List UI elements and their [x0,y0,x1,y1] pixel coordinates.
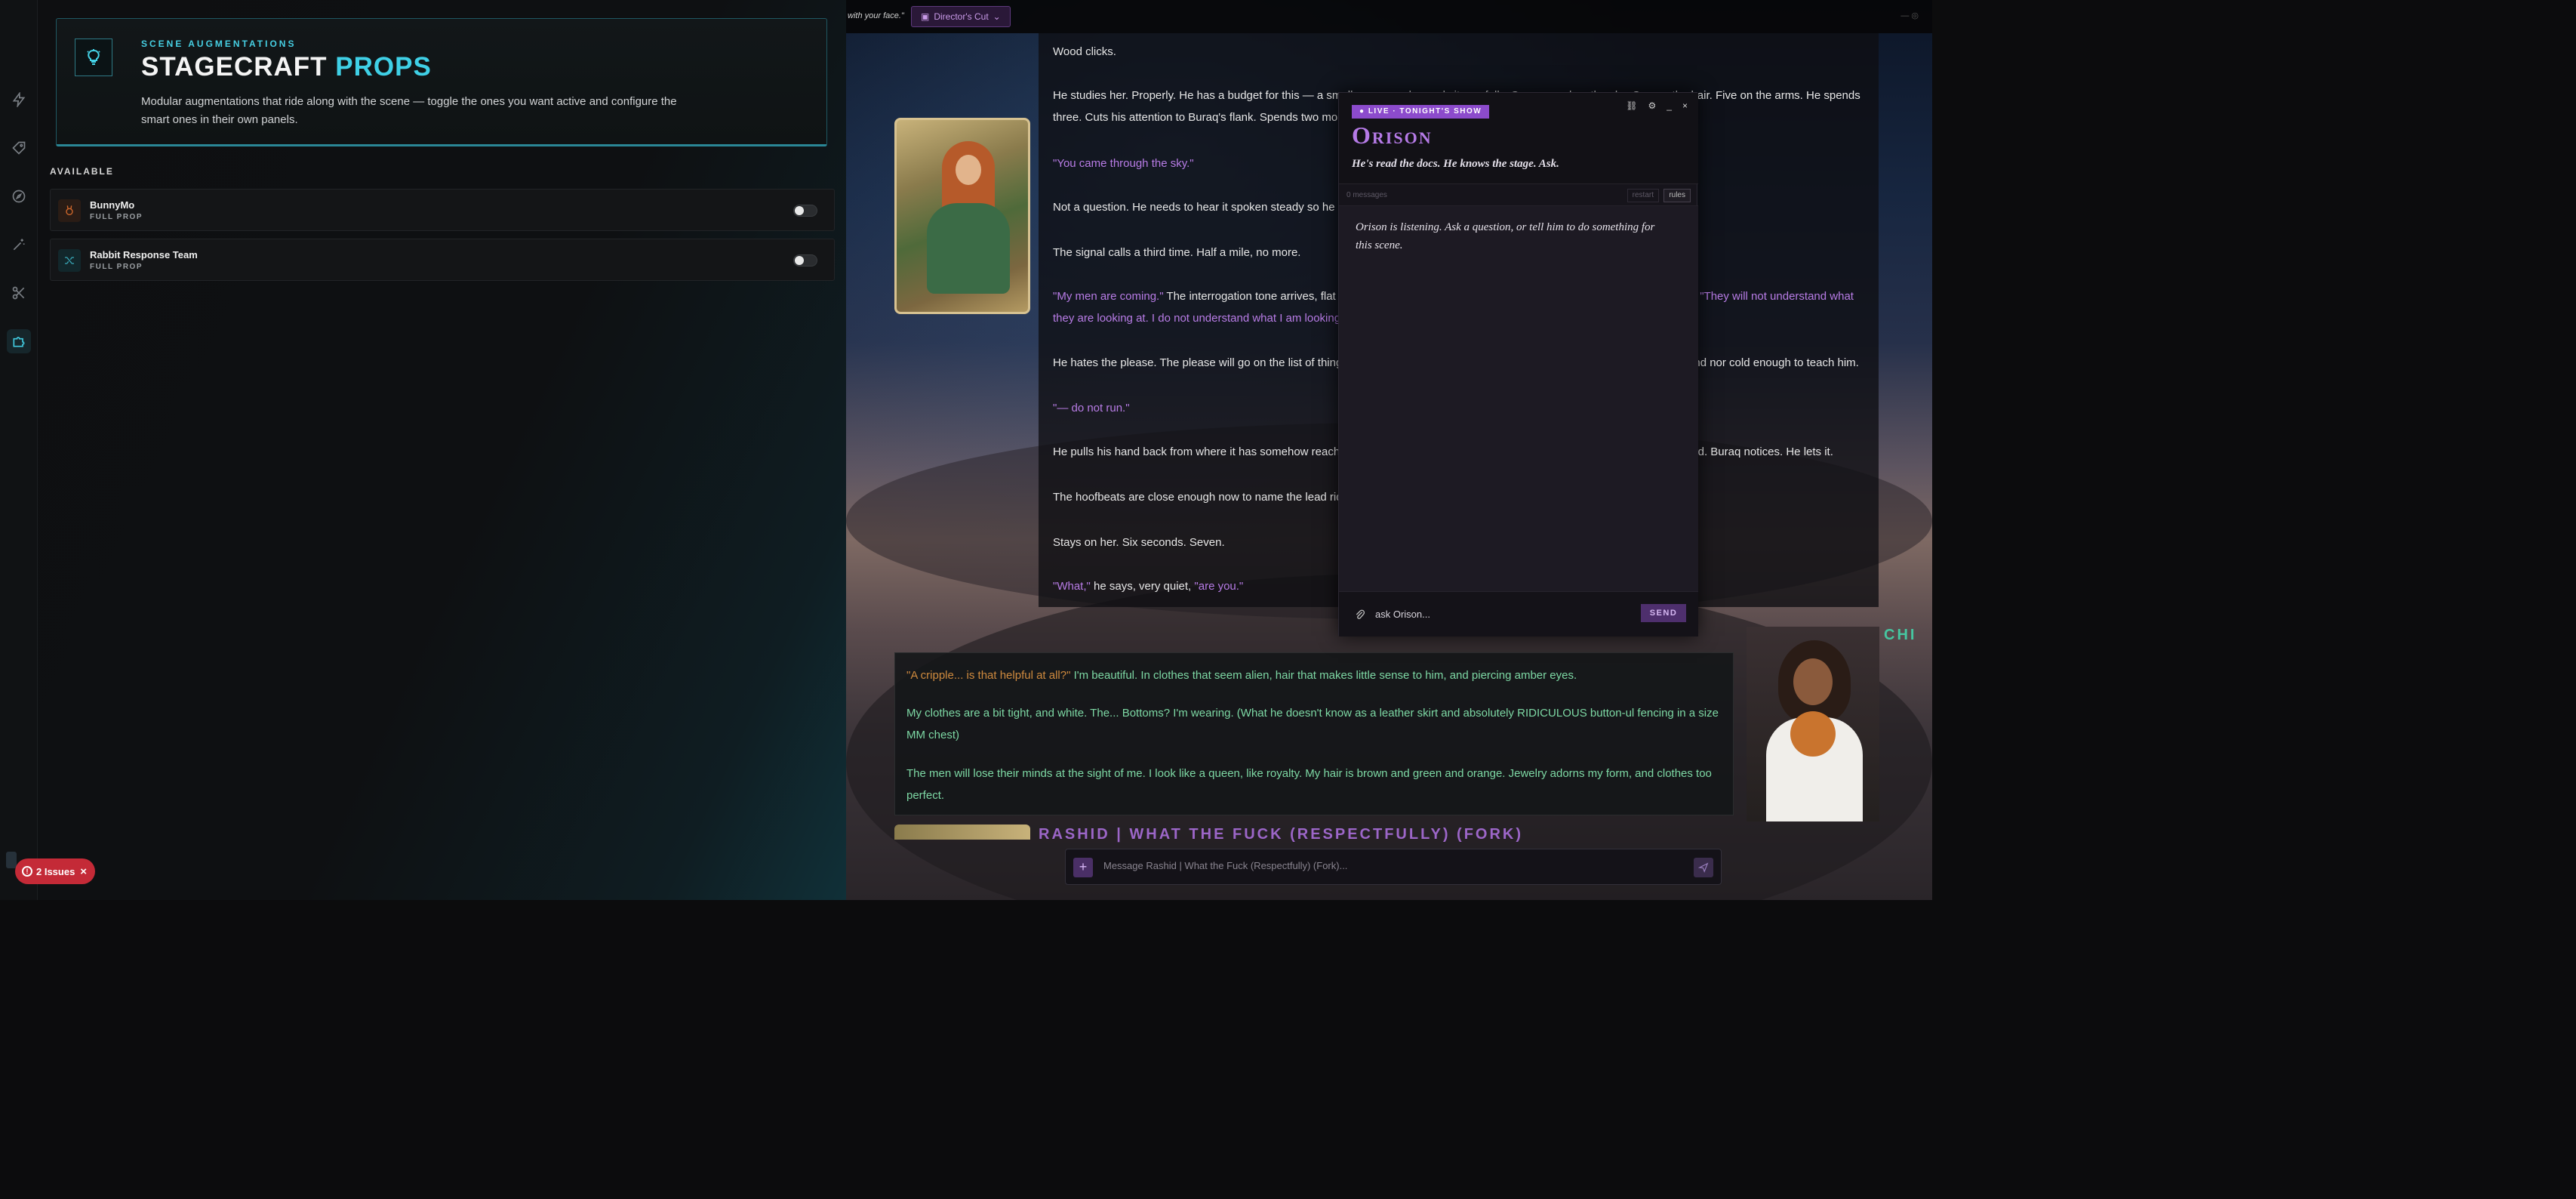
message-composer: + Message Rashid | What the Fuck (Respec… [1065,849,1722,885]
orison-title: Orison [1352,122,1433,149]
user-character-name: CHI [1884,627,1917,643]
alert-icon: ! [22,866,32,877]
rail-compass-button[interactable] [7,184,31,208]
next-character-name: RASHID | WHAT THE FUCK (RESPECTFULLY) (F… [1039,826,1524,843]
character-portrait-rashid[interactable] [894,118,1030,314]
user-message-paragraph: The men will lose their minds at the sig… [906,767,1712,802]
bunny-icon [58,199,81,222]
character-portrait-user[interactable] [1747,627,1879,821]
scissors-icon [12,286,25,300]
user-message-paragraph: "A cripple... is that helpful at all?" I… [906,664,1729,686]
live-badge: ● LIVE · TONIGHT'S SHOW [1352,105,1490,119]
paperclip-icon[interactable] [1354,609,1366,623]
message-quote: "What," [1053,580,1091,593]
top-snippet: with your face." [848,11,904,20]
prop-tag: FULL PROP [90,213,143,221]
orison-header: ● LIVE · TONIGHT'S SHOW Orison He's read… [1339,93,1698,183]
chevron-down-icon: ⌄ [993,11,1001,22]
app-window: SCENE AUGMENTATIONS STAGECRAFT PROPS Mod… [0,0,1932,900]
stagecraft-props-panel: SCENE AUGMENTATIONS STAGECRAFT PROPS Mod… [38,0,846,900]
window-icons: — ◎ [1900,11,1919,20]
rail-bolt-button[interactable] [7,88,31,112]
hero-kicker: SCENE AUGMENTATIONS [141,39,297,49]
prop-row-rabbit-response-team[interactable]: Rabbit Response Team FULL PROP [50,239,835,281]
next-character-portrait[interactable] [894,825,1030,840]
send-message-button[interactable] [1694,858,1713,877]
tag-icon [12,141,26,155]
directors-cut-button[interactable]: ▣ Director's Cut ⌄ [911,6,1011,27]
message-text: I'm beautiful. In clothes that seem alie… [1070,669,1577,682]
puzzle-icon [13,337,25,347]
message-quote: "My men are coming." [1053,290,1164,303]
title-accent: PROPS [335,52,432,82]
add-attachment-button[interactable]: + [1073,858,1093,877]
close-icon[interactable]: × [80,865,87,878]
shuffle-icon [58,249,81,272]
user-message-paragraph: My clothes are a bit tight, and white. T… [906,707,1719,741]
message-quote: "are you." [1194,580,1244,593]
send-button[interactable]: SEND [1641,604,1686,622]
orison-conversation: Orison is listening. Ask a question, or … [1339,206,1698,591]
rail-extensions-button[interactable] [7,329,31,353]
icon-rail [0,0,38,900]
prop-name: Rabbit Response Team [90,249,198,260]
bolt-icon [12,92,26,107]
lightbulb-icon [75,39,112,76]
prop-row-bunnymo[interactable]: BunnyMo FULL PROP [50,189,835,231]
directors-cut-label: Director's Cut [934,11,989,22]
orison-input[interactable]: ask Orison... [1375,609,1430,620]
close-icon[interactable]: × [1682,100,1688,111]
top-bar: with your face." ▣ Director's Cut ⌄ — ◎ [846,0,1932,33]
message-input[interactable]: Message Rashid | What the Fuck (Respectf… [1103,860,1347,871]
rabbit-response-team-toggle[interactable] [793,254,817,267]
rail-scissors-button[interactable] [7,281,31,305]
orison-composer: ask Orison... SEND [1339,591,1698,636]
gear-icon[interactable]: ⚙ [1648,100,1657,111]
prop-tag: FULL PROP [90,263,143,271]
message-paragraph: Wood clicks. [1053,45,1116,58]
link-icon[interactable]: ⛓ [1626,100,1637,111]
rail-tag-button[interactable] [7,136,31,160]
page-title: STAGECRAFT PROPS [141,52,432,82]
issues-badge[interactable]: ! 2 Issues × [15,858,95,884]
available-heading: AVAILABLE [50,166,114,177]
wand-icon [13,239,25,251]
message-text: he says, very quiet, [1090,580,1195,593]
issue-tab[interactable] [6,852,17,868]
title-main: STAGECRAFT [141,52,328,82]
orison-panel: ● LIVE · TONIGHT'S SHOW Orison He's read… [1338,92,1698,636]
message-count: 0 messages [1346,191,1387,199]
send-icon [1697,862,1709,873]
prop-name: BunnyMo [90,199,135,211]
minimize-icon[interactable]: _ [1667,100,1672,111]
bunnymo-toggle[interactable] [793,205,817,217]
message-quote: "A cripple... is that helpful at all?" [906,669,1071,682]
restart-button[interactable]: restart [1627,189,1659,202]
hero-card: SCENE AUGMENTATIONS STAGECRAFT PROPS Mod… [56,18,827,146]
issues-label: 2 Issues [36,865,75,877]
rail-wand-button[interactable] [7,233,31,257]
orison-subtitle: He's read the docs. He knows the stage. … [1352,158,1559,170]
film-icon: ▣ [921,11,930,22]
orison-greeting: Orison is listening. Ask a question, or … [1356,221,1655,251]
compass-icon [12,190,26,203]
orison-window-controls: ⛓ ⚙ _ × [1626,100,1688,111]
hero-description: Modular augmentations that ride along wi… [141,95,677,126]
orison-meta-bar: 0 messages restart rules [1339,183,1698,206]
rules-button[interactable]: rules [1663,189,1691,202]
